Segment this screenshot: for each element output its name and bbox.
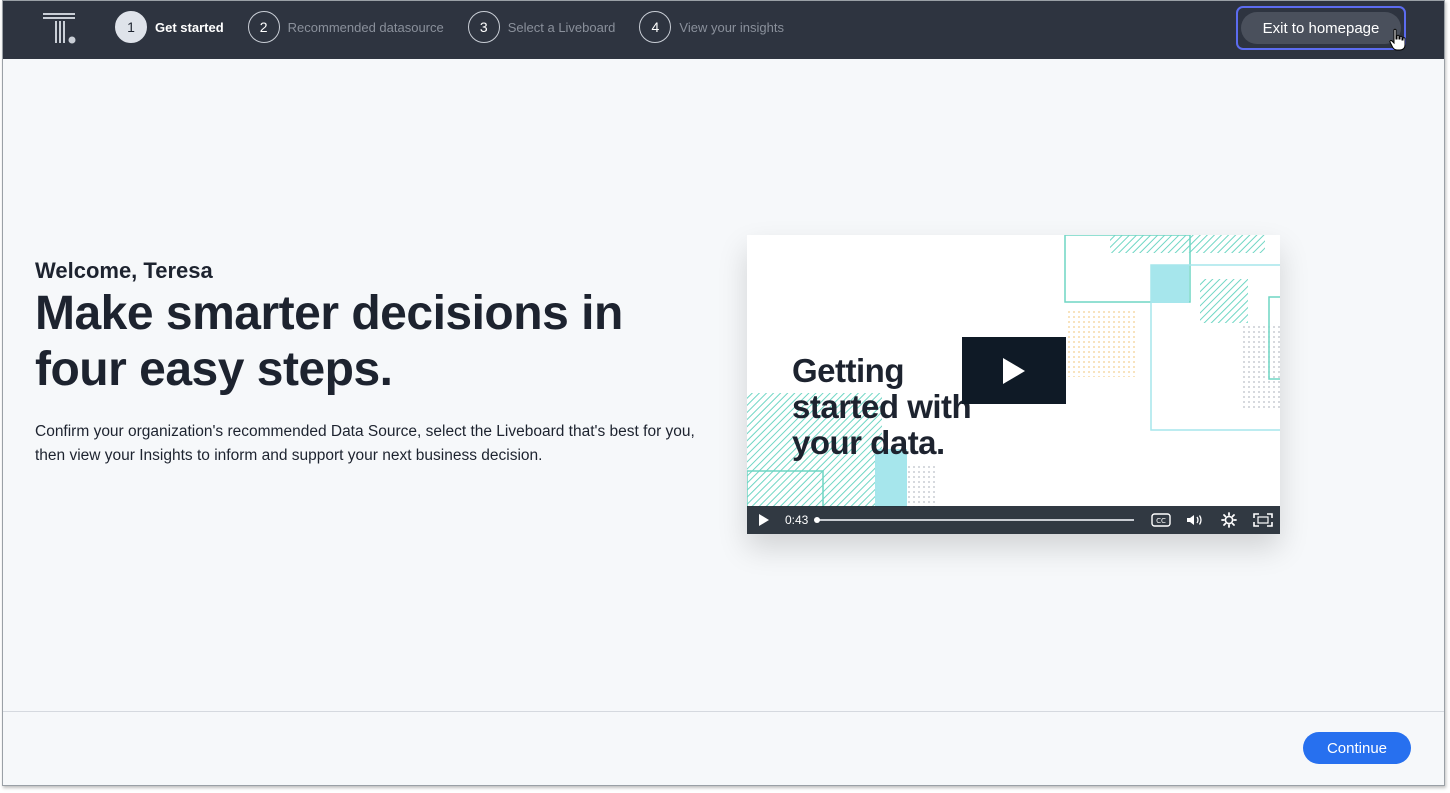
step-get-started[interactable]: 1 Get started <box>115 11 224 43</box>
app-window: 1 Get started 2 Recommended datasource 3… <box>2 0 1445 786</box>
step-label: Select a Liveboard <box>507 19 616 35</box>
large-play-button[interactable] <box>962 337 1066 404</box>
step-number: 2 <box>247 11 280 43</box>
thoughtspot-logo-icon[interactable] <box>43 12 77 46</box>
onboarding-steps: 1 Get started 2 Recommended datasource 3… <box>115 11 808 43</box>
step-recommended-datasource[interactable]: 2 Recommended datasource <box>247 11 444 43</box>
play-icon <box>758 514 769 526</box>
top-bar: 1 Get started 2 Recommended datasource 3… <box>3 1 1444 59</box>
svg-text:CC: CC <box>1156 517 1166 525</box>
exit-button-label: Exit to homepage <box>1241 12 1401 44</box>
progress-handle[interactable] <box>814 517 821 523</box>
step-label: View your insights <box>679 19 784 35</box>
step-label: Recommended datasource <box>287 19 444 35</box>
step-select-liveboard[interactable]: 3 Select a Liveboard <box>467 11 616 43</box>
page-headline: Make smarter decisions in four easy step… <box>35 287 623 396</box>
step-number: 4 <box>639 11 672 43</box>
fullscreen-icon <box>1253 513 1273 527</box>
volume-button[interactable] <box>1178 513 1212 527</box>
video-player[interactable]: Getting started with your data. 0:43 CC <box>747 235 1280 534</box>
closed-captions-icon: CC <box>1151 513 1171 527</box>
exit-to-homepage-button[interactable]: Exit to homepage <box>1236 6 1406 51</box>
hand-cursor-icon <box>1389 28 1406 51</box>
video-time: 0:43 <box>784 513 809 527</box>
step-number: 1 <box>115 11 147 43</box>
video-progress-bar[interactable] <box>814 517 1135 523</box>
footer-divider <box>3 711 1444 712</box>
step-number: 3 <box>467 11 500 43</box>
volume-icon <box>1187 515 1202 525</box>
captions-button[interactable]: CC <box>1144 513 1178 527</box>
fullscreen-button[interactable] <box>1246 513 1280 527</box>
step-label: Get started <box>155 19 224 35</box>
video-controls: 0:43 CC <box>747 506 1280 534</box>
step-view-insights[interactable]: 4 View your insights <box>639 11 784 43</box>
welcome-text: Welcome, Teresa <box>35 258 213 283</box>
gear-icon <box>1221 512 1237 528</box>
page-description: Confirm your organization's recommended … <box>35 423 695 464</box>
settings-button[interactable] <box>1212 512 1246 528</box>
continue-button[interactable]: Continue <box>1303 732 1411 764</box>
play-icon <box>1003 357 1025 384</box>
play-toggle-button[interactable] <box>747 514 781 526</box>
